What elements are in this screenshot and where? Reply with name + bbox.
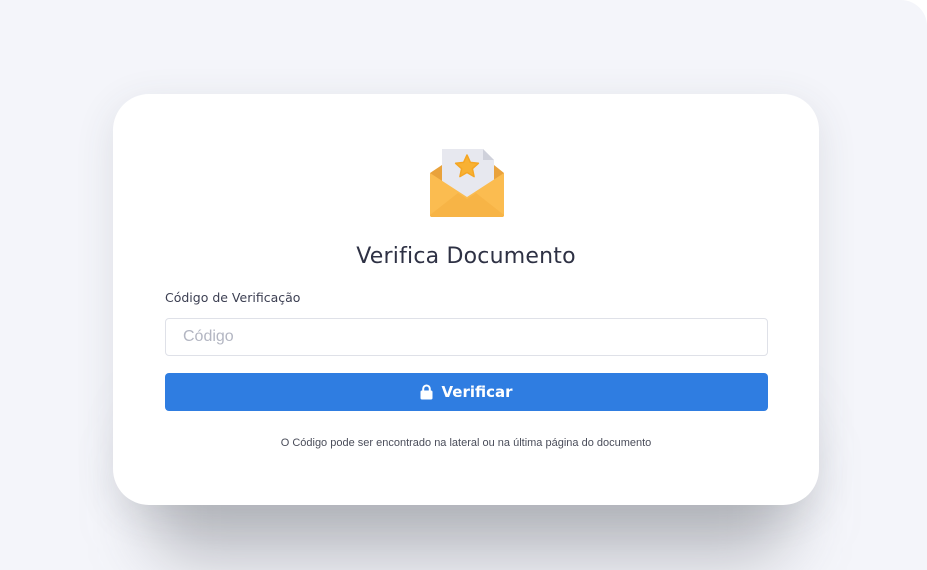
envelope-star-icon [430,149,504,217]
verification-code-label: Código de Verificação [165,290,301,305]
helper-text: O Código pode ser encontrado na lateral … [280,437,652,449]
verify-button[interactable]: Verificar [165,373,768,411]
verification-card: Verifica Documento Código de Verificação… [113,94,819,505]
lock-icon [420,384,433,400]
verification-code-input[interactable] [165,318,768,356]
verify-button-label: Verificar [441,383,513,401]
page-title: Verifica Documento [356,244,576,269]
